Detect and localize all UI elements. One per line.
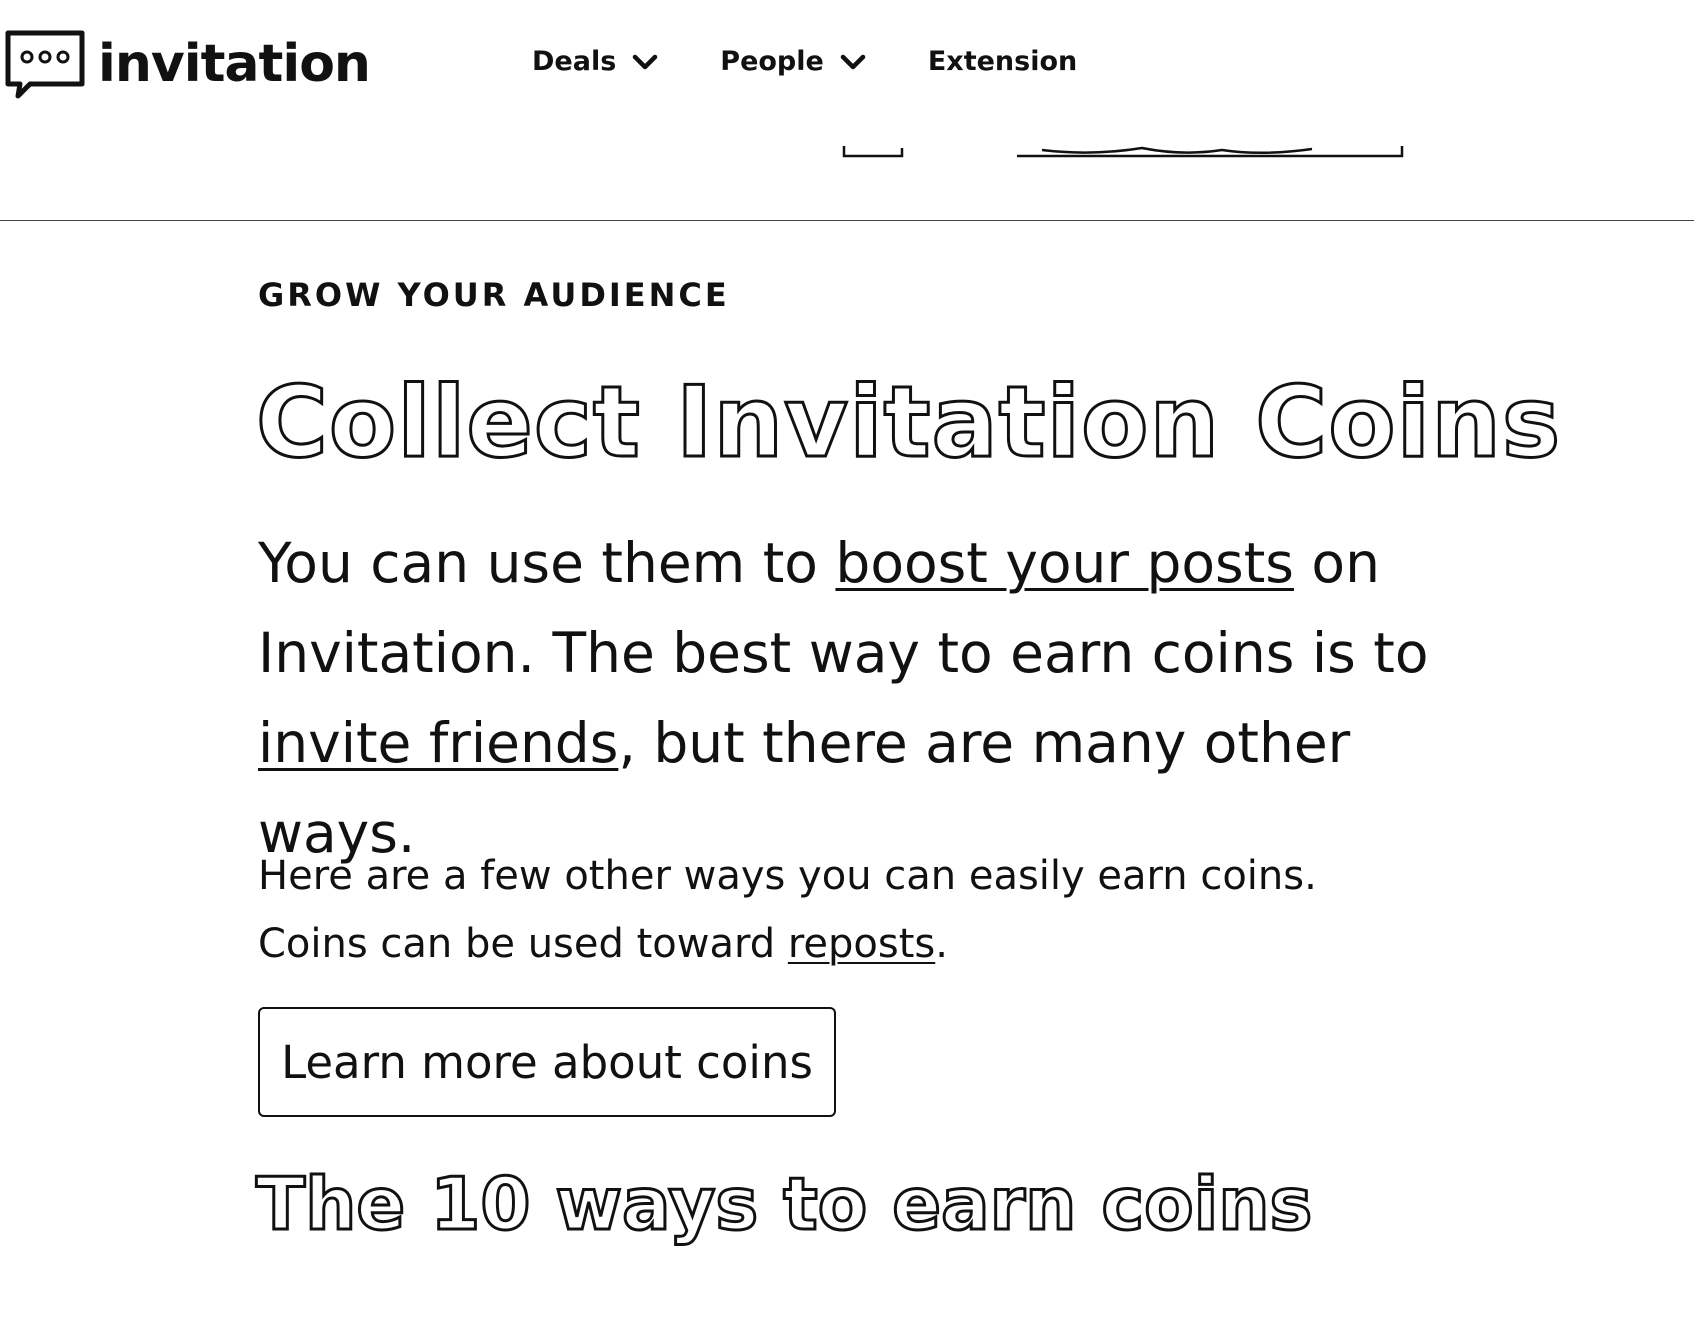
banner-graphic-fragment <box>842 146 1404 158</box>
nav-item-label: Extension <box>927 46 1078 77</box>
chevron-down-icon <box>840 54 866 69</box>
logo-link[interactable]: invitation <box>4 30 371 102</box>
speech-bubble-dots-icon <box>5 30 85 99</box>
section-eyebrow: GROW YOUR AUDIENCE <box>258 276 730 314</box>
nav-item-people[interactable]: People <box>720 46 866 77</box>
chevron-down-icon <box>633 54 658 69</box>
nav-item-label: People <box>720 46 824 77</box>
learn-more-coins-button[interactable]: Learn more about coins <box>258 1007 836 1117</box>
reposts-link[interactable]: reposts <box>788 921 935 967</box>
nav-item-extension[interactable]: Extension <box>928 46 1077 77</box>
invite-friends-link[interactable]: invite friends <box>258 711 618 775</box>
site-header: invitation Deals People Extension <box>0 0 1694 148</box>
lead-paragraph: You can use them to boost your posts on … <box>258 518 1458 878</box>
nav-item-deals[interactable]: Deals <box>532 46 658 77</box>
info-text: . <box>935 921 948 967</box>
page-title: Collect Invitation Coins <box>254 366 1562 480</box>
nav-item-label: Deals <box>532 46 617 77</box>
info-text: Coins can be used toward <box>258 921 788 967</box>
info-paragraph: Here are a few other ways you can easily… <box>258 842 1558 978</box>
main-nav: Deals People Extension <box>532 46 1077 77</box>
boost-posts-link[interactable]: boost your posts <box>835 531 1294 595</box>
info-text: Here are a few other ways you can easily… <box>258 853 1317 899</box>
section-title: The 10 ways to earn coins <box>254 1162 1313 1246</box>
lead-text: You can use them to <box>258 531 836 595</box>
logo-text: invitation <box>98 34 371 94</box>
banner-strip <box>0 146 1694 221</box>
